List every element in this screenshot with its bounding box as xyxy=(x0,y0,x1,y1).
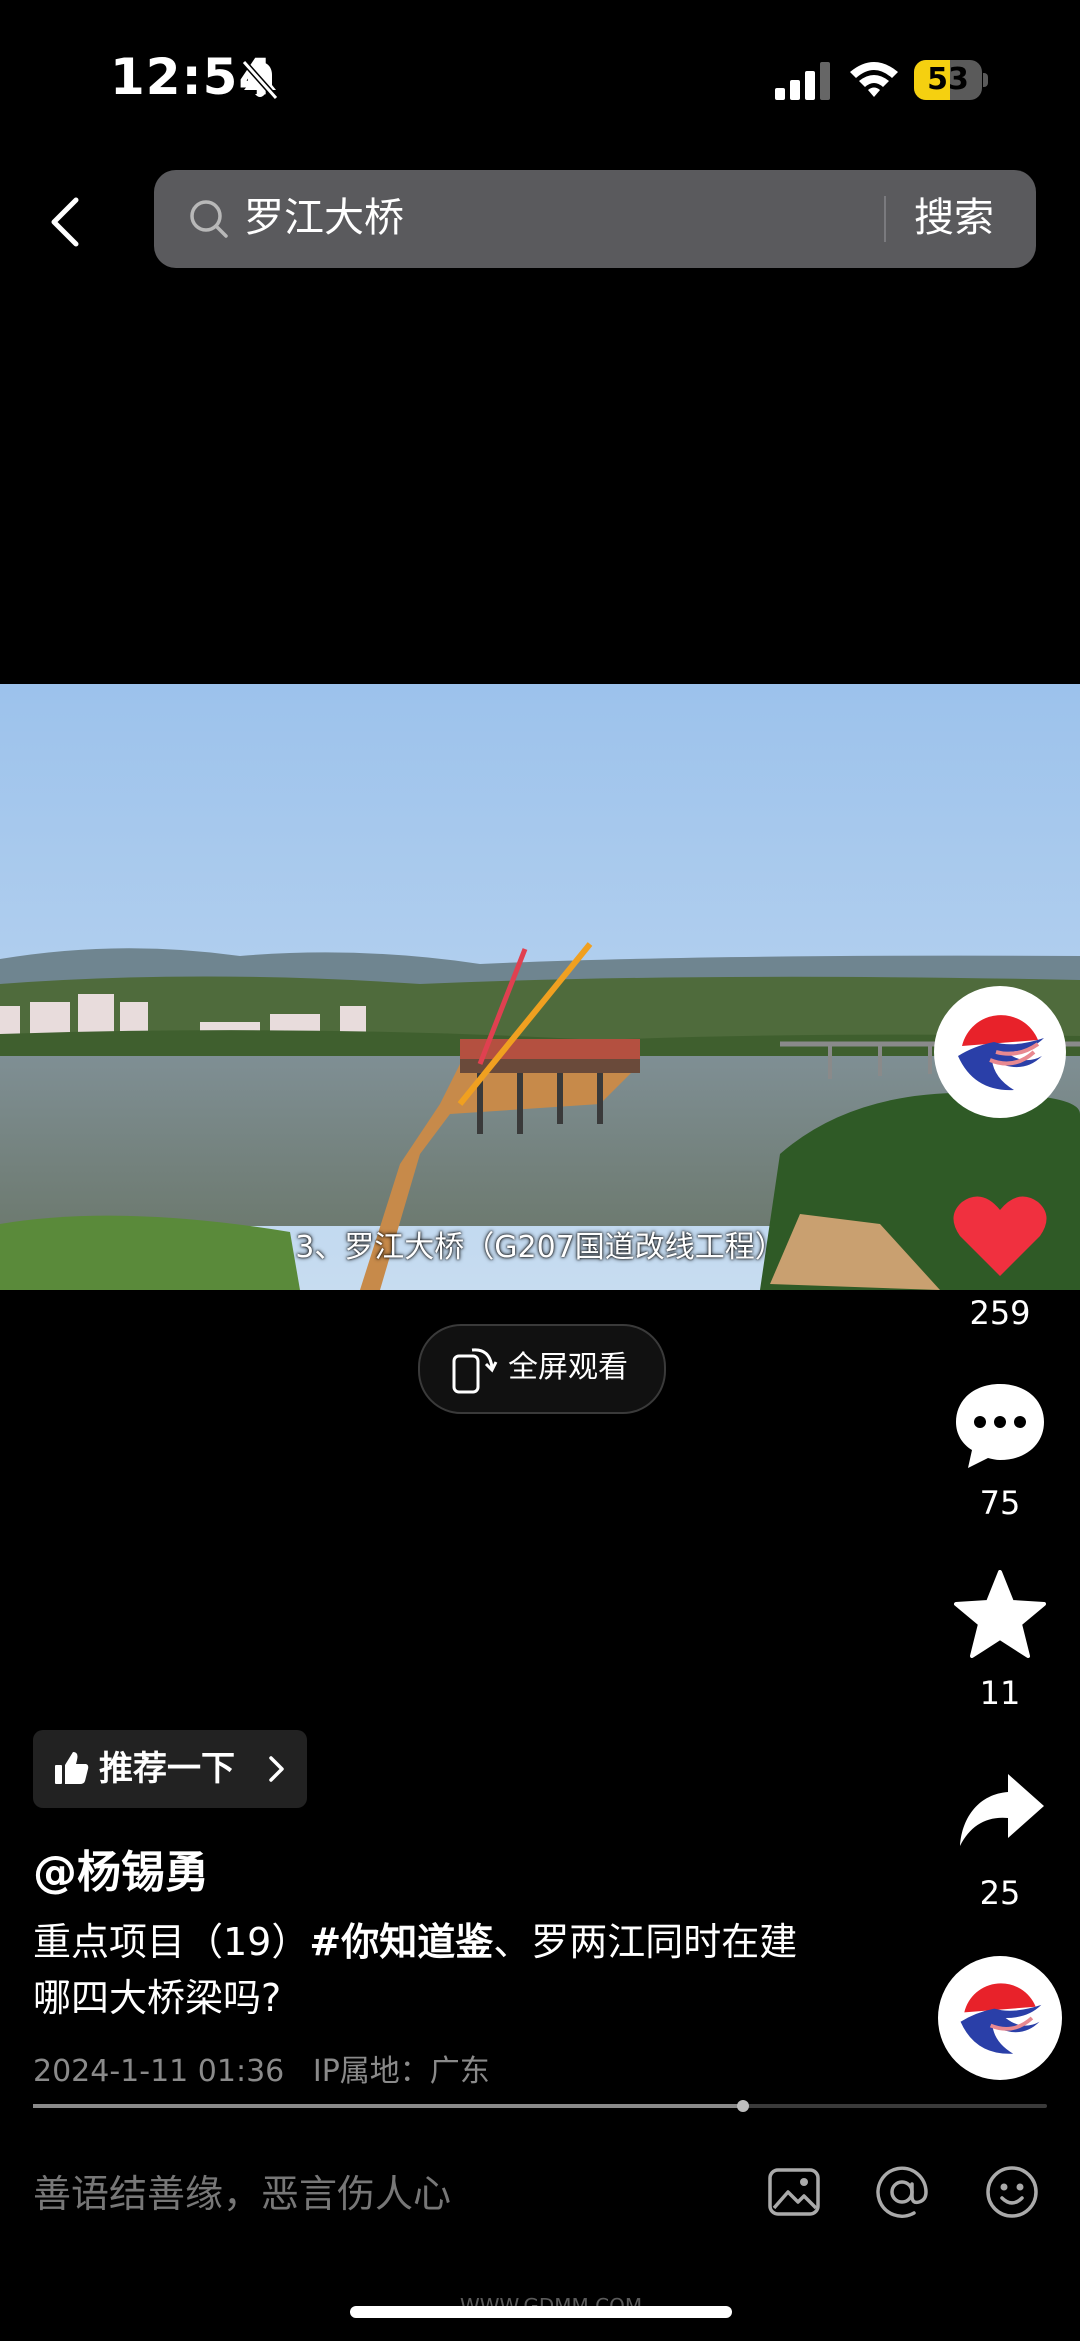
post-meta: 2024-1-11 01:36 IP属地：广东 xyxy=(33,2046,490,2090)
heart-icon[interactable] xyxy=(952,1192,1048,1278)
battery-level: 53 xyxy=(927,62,969,97)
logo-avatar-image xyxy=(936,988,1064,1116)
image-icon[interactable] xyxy=(766,2164,822,2220)
comment-icon[interactable] xyxy=(954,1380,1046,1472)
emoji-icon[interactable] xyxy=(984,2164,1040,2220)
wifi-icon xyxy=(850,62,898,97)
post-date: 2024-1-11 01:36 xyxy=(33,2054,285,2089)
comment-count: 75 xyxy=(979,1484,1021,1522)
like-count: 259 xyxy=(969,1294,1031,1332)
hashtag-link[interactable]: #你知道鉴 xyxy=(309,1920,493,1964)
fullscreen-rotate-icon xyxy=(452,1348,498,1394)
at-icon[interactable] xyxy=(874,2164,930,2220)
fullscreen-label: 全屏观看 xyxy=(508,1350,628,1385)
chevron-right-icon xyxy=(269,1756,284,1782)
post-ip-location: IP属地：广东 xyxy=(312,2054,490,2089)
desc-prefix: 重点项目（19） xyxy=(33,1920,310,1964)
playback-progress[interactable] xyxy=(33,2100,1047,2112)
author-name[interactable]: @杨锡勇 xyxy=(33,1836,209,1900)
search-icon xyxy=(190,200,228,238)
home-indicator[interactable] xyxy=(350,2306,732,2318)
recommend-button[interactable]: 推荐一下 xyxy=(33,1730,307,1808)
progress-knob[interactable] xyxy=(736,2100,749,2112)
star-icon[interactable] xyxy=(954,1570,1046,1658)
share-count: 25 xyxy=(979,1874,1021,1912)
video-frame xyxy=(0,684,1080,1290)
search-input[interactable]: 罗江大桥 xyxy=(244,188,404,248)
search-bar[interactable]: 罗江大桥 搜索 xyxy=(154,170,1036,268)
signal-icon xyxy=(775,62,830,100)
music-disc-avatar[interactable] xyxy=(938,1956,1062,2080)
video-player[interactable] xyxy=(0,684,1080,1290)
share-icon[interactable] xyxy=(958,1770,1046,1848)
thumb-up-icon xyxy=(55,1752,89,1784)
fullscreen-button[interactable]: 全屏观看 xyxy=(418,1324,666,1414)
search-divider xyxy=(884,196,886,242)
progress-played xyxy=(33,2104,743,2108)
bell-off-icon xyxy=(241,60,279,100)
post-description: 重点项目（19）#你知道鉴、罗两江同时在建哪四大桥梁吗? xyxy=(33,1914,833,2026)
back-icon[interactable] xyxy=(36,190,92,254)
search-button[interactable]: 搜索 xyxy=(914,188,994,248)
recommend-label: 推荐一下 xyxy=(99,1749,235,1789)
battery-icon: 53 xyxy=(914,60,988,100)
creator-avatar[interactable] xyxy=(934,986,1066,1118)
comment-input[interactable]: 善语结善缘，恶言伤人心 xyxy=(33,2166,451,2222)
video-caption: 3、罗江大桥（G207国道改线工程） xyxy=(295,1230,785,1265)
logo-disc-image xyxy=(939,1957,1061,2079)
favorite-count: 11 xyxy=(979,1674,1021,1712)
